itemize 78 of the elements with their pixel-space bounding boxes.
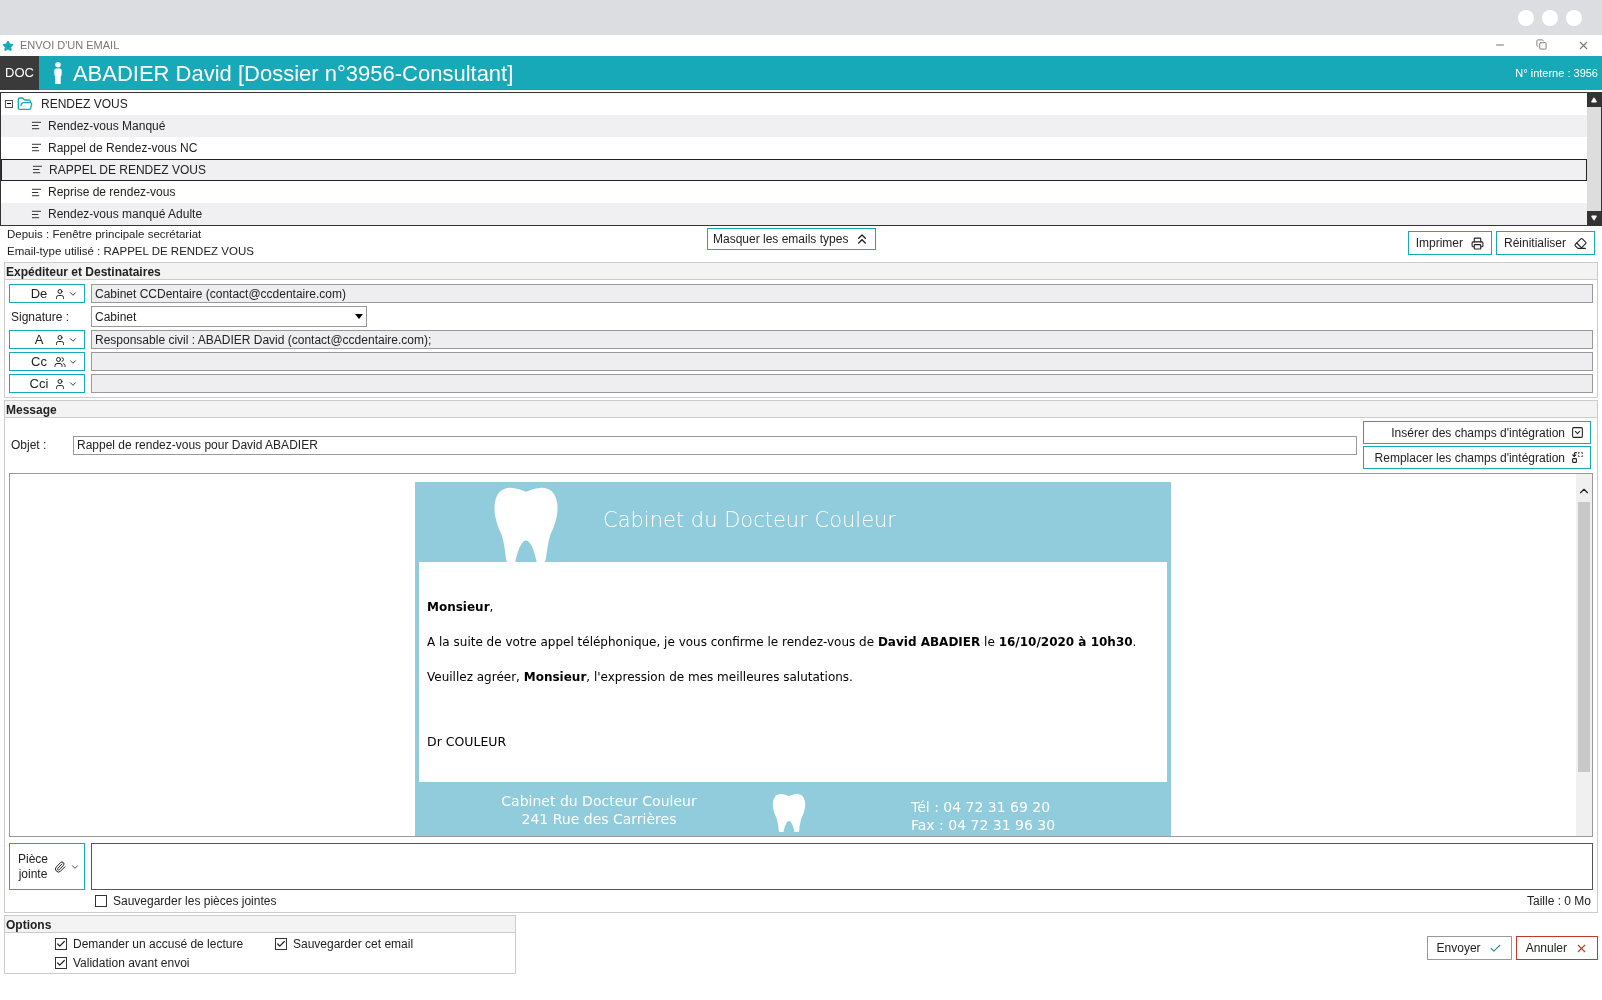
document-icon xyxy=(31,186,42,198)
tree-item[interactable]: Rendez-vous Manqué xyxy=(1,115,1587,137)
recipient-button[interactable]: Cc xyxy=(9,352,85,371)
replace-icon xyxy=(1571,451,1584,464)
people-icon xyxy=(54,355,66,368)
doc-badge: DOC xyxy=(0,56,39,90)
letter-heading: Cabinet du Docteur Couleur xyxy=(603,506,896,534)
replace-fields-button[interactable]: Remplacer les champs d'intégration xyxy=(1363,446,1591,469)
signature-dropdown[interactable]: Cabinet xyxy=(91,306,367,327)
letter-footer-text: Tél : 04 72 31 69 20 xyxy=(911,798,1052,816)
template-text: Email-type utilisé : RAPPEL DE RENDEZ VOUS xyxy=(7,244,255,259)
letter-footer-text: Fax : 04 72 31 96 30 xyxy=(911,816,1056,834)
person-icon xyxy=(52,62,63,84)
eraser-icon xyxy=(1574,236,1587,250)
cancel-button[interactable]: Annuler xyxy=(1515,936,1598,960)
star-icon xyxy=(2,39,14,52)
attachment-field[interactable] xyxy=(91,843,1593,890)
recipient-field[interactable] xyxy=(91,374,1593,393)
person-icon xyxy=(54,333,66,346)
letter-paragraph: A la suite de votre appel téléphonique, je vous confirme le rendez-vous de David ABADIER le 16/10/2020 à 10h30. xyxy=(427,634,1138,651)
close-icon[interactable] xyxy=(1577,39,1590,52)
checkbox[interactable] xyxy=(55,956,67,969)
printer-icon xyxy=(1470,236,1484,250)
letter-signature: Dr COULEUR xyxy=(427,733,508,751)
checkbox[interactable] xyxy=(275,937,287,950)
option-label: Sauvegarder cet email xyxy=(293,935,414,953)
scrollbar[interactable] xyxy=(1587,93,1601,225)
subject-label: Objet : xyxy=(11,437,48,454)
collapse-icon[interactable] xyxy=(5,100,13,108)
tree-node[interactable]: RENDEZ VOUS xyxy=(1,93,1587,115)
option-label: Demander un accusé de lecture xyxy=(73,935,244,953)
recipient-field[interactable]: Cabinet CCDentaire (contact@ccdentaire.com) xyxy=(91,284,1593,303)
insert-fields-button[interactable]: Insérer des champs d'intégration xyxy=(1363,421,1591,444)
scroll-down-icon[interactable] xyxy=(1591,215,1597,221)
internal-number: N° interne : 3956 xyxy=(1515,65,1599,81)
scroll-up-icon[interactable] xyxy=(1591,97,1597,103)
document-icon xyxy=(31,208,42,220)
folder-icon xyxy=(17,96,33,112)
letter-footer-text: 241 Rue des Carrières xyxy=(521,810,677,828)
letter-paragraph: Veuillez agréer, Monsieur, l'expression de mes meilleures salutations. xyxy=(427,669,854,686)
letter-footer-text: Cabinet du Docteur Couleur xyxy=(501,792,697,810)
size-text: Taille : 0 Mo xyxy=(1526,893,1591,910)
insert-icon xyxy=(1571,426,1584,439)
attachment-button[interactable]: Pièce jointe xyxy=(9,843,85,890)
patient-name: ABADIER David [Dossier n°3956-Consultant] xyxy=(72,59,514,88)
document-icon xyxy=(31,120,42,132)
person-icon xyxy=(54,287,66,300)
checkbox[interactable] xyxy=(55,937,67,950)
editor-scrollbar[interactable] xyxy=(1576,474,1592,836)
letter-paragraph: Monsieur, xyxy=(427,599,495,616)
tree-item[interactable]: RAPPEL DE RENDEZ VOUS xyxy=(1,158,1587,182)
field-label: Signature : xyxy=(10,308,71,326)
tree-item[interactable]: Rendez-vous manqué Adulte xyxy=(1,203,1587,225)
checkbox[interactable] xyxy=(95,895,107,907)
restore-icon[interactable] xyxy=(1536,39,1547,50)
person-icon xyxy=(54,377,66,390)
section-title: Options xyxy=(5,916,515,933)
window-title: ENVOI D'UN EMAIL xyxy=(20,38,120,54)
recipient-field[interactable] xyxy=(91,352,1593,371)
document-icon xyxy=(32,164,43,176)
dropdown-icon xyxy=(355,314,363,319)
toggle-templates-button[interactable]: Masquer les emails types xyxy=(707,228,877,250)
send-button[interactable]: Envoyer xyxy=(1426,936,1512,960)
option-label: Validation avant envoi xyxy=(73,954,190,972)
recipient-field[interactable]: Responsable civil : ABADIER David (contact@ccdentaire.com); xyxy=(91,330,1593,349)
document-icon xyxy=(31,142,42,154)
recipient-button[interactable]: Cci xyxy=(9,374,85,393)
section-title: Expéditeur et Destinataires xyxy=(5,263,1597,280)
origin-text: Depuis : Fenêtre principale secrétariat xyxy=(7,227,203,242)
recipient-button[interactable]: A xyxy=(9,330,85,349)
tree-label: RENDEZ VOUS xyxy=(41,96,128,113)
section-title: Message xyxy=(5,401,1597,418)
reset-button[interactable]: Réinitialiser xyxy=(1495,231,1595,255)
print-button[interactable]: Imprimer xyxy=(1407,231,1492,255)
recipient-button[interactable]: De xyxy=(9,284,85,303)
paperclip-icon xyxy=(54,860,66,873)
subject-field[interactable]: Rappel de rendez-vous pour David ABADIER xyxy=(73,435,1357,455)
checkbox-label: Sauvegarder les pièces jointes xyxy=(113,893,277,910)
